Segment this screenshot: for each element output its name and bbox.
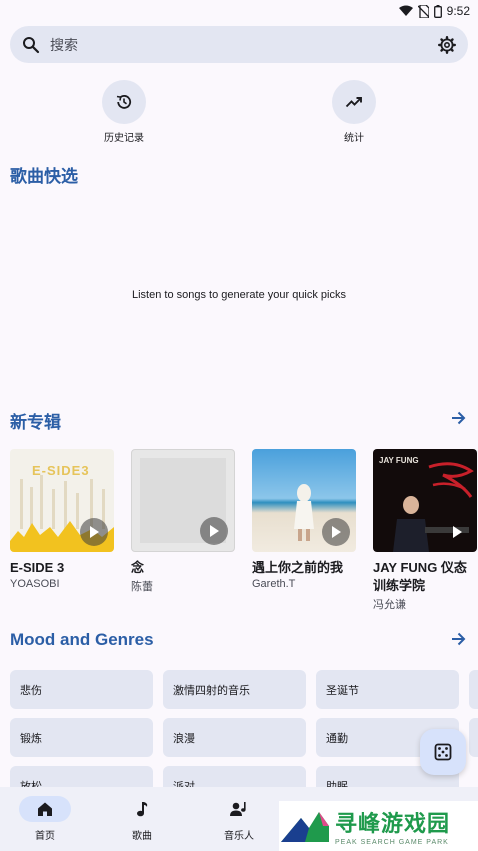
music-note-icon xyxy=(137,802,148,817)
nav-artists-label: 音乐人 xyxy=(224,831,254,842)
nav-home-label: 首页 xyxy=(35,831,55,842)
wifi-icon xyxy=(398,5,413,16)
nav-item-artists[interactable]: 音乐人 xyxy=(194,796,284,842)
history-label: 历史记录 xyxy=(104,133,144,144)
album-title: 念 xyxy=(131,560,145,575)
genre-chip[interactable]: 悲伤 xyxy=(10,670,153,709)
album-artist: YOASOBI xyxy=(10,578,60,590)
gear-icon[interactable] xyxy=(438,35,456,54)
stats-button[interactable]: 统计 xyxy=(309,80,399,144)
album-cover[interactable] xyxy=(131,449,235,552)
quick-picks-empty-message: Listen to songs to generate your quick p… xyxy=(131,289,346,301)
trending-up-icon xyxy=(345,97,362,108)
no-sim-icon xyxy=(417,4,429,18)
stats-button-circle[interactable] xyxy=(332,80,376,124)
history-button-circle[interactable] xyxy=(102,80,146,124)
status-time: 9:52 xyxy=(446,4,470,18)
album-card[interactable]: 念 陈蕾 xyxy=(131,449,235,594)
mood-genres-arrow-icon[interactable] xyxy=(450,631,466,647)
play-button[interactable] xyxy=(443,518,471,546)
status-bar: 9:52 xyxy=(0,0,478,22)
album-cover-text: JAY FUNG xyxy=(379,456,419,465)
nav-artists-indicator[interactable] xyxy=(213,796,265,822)
play-icon xyxy=(90,526,99,538)
genre-chip[interactable]: 圣诞节 xyxy=(316,670,459,709)
nav-songs-indicator[interactable] xyxy=(116,796,168,822)
album-cover-text: E-SIDE3 xyxy=(32,463,90,478)
play-button[interactable] xyxy=(200,517,228,545)
album-cover[interactable] xyxy=(252,449,356,552)
album-card[interactable]: 遇上你之前的我 Gareth.T xyxy=(252,449,356,590)
quick-picks-title: 歌曲快选 xyxy=(10,167,78,186)
nav-songs-label: 歌曲 xyxy=(132,831,152,842)
play-icon xyxy=(332,526,341,538)
album-card[interactable]: E-SIDE3 E-SIDE 3 YOASOBI xyxy=(10,449,114,590)
album-title: 遇上你之前的我 xyxy=(252,560,344,575)
mountain-logo-icon xyxy=(281,812,329,842)
search-icon xyxy=(23,36,40,53)
nav-item-songs[interactable]: 歌曲 xyxy=(97,796,187,842)
watermark-text-cn: 寻峰游戏园 xyxy=(335,811,451,836)
history-icon xyxy=(116,95,132,109)
album-title: E-SIDE 3 xyxy=(10,560,65,575)
nav-item-home[interactable]: 首页 xyxy=(0,796,90,842)
artist-icon xyxy=(230,802,246,816)
new-albums-arrow-icon[interactable] xyxy=(450,410,466,426)
genre-chip[interactable]: 浪漫 xyxy=(163,718,306,757)
search-input[interactable]: 搜索 xyxy=(50,35,438,55)
genre-chip[interactable]: 激情四射的音乐 xyxy=(163,670,306,709)
stats-label: 统计 xyxy=(344,133,364,144)
album-cover[interactable]: E-SIDE3 xyxy=(10,449,114,552)
play-button[interactable] xyxy=(322,518,350,546)
nav-home-indicator[interactable] xyxy=(19,796,71,822)
watermark: 寻峰游戏园 PEAK SEARCH GAME PARK xyxy=(279,801,478,851)
album-title: JAY FUNG 仪态训练学院 xyxy=(373,560,467,593)
dice-icon xyxy=(434,743,452,761)
genre-chip[interactable]: 锻炼 xyxy=(10,718,153,757)
mood-genres-title: Mood and Genres xyxy=(10,630,154,649)
play-button[interactable] xyxy=(80,518,108,546)
shuffle-dice-button[interactable] xyxy=(420,729,466,775)
watermark-text-en: PEAK SEARCH GAME PARK xyxy=(335,839,449,846)
genre-chip-partial[interactable] xyxy=(469,670,478,709)
album-artist: 冯允谦 xyxy=(373,599,406,611)
play-icon xyxy=(210,525,219,537)
genre-chip-partial[interactable] xyxy=(469,718,478,757)
battery-icon xyxy=(433,4,442,18)
new-albums-title: 新专辑 xyxy=(10,413,61,432)
album-artist: Gareth.T xyxy=(252,578,296,590)
album-artist: 陈蕾 xyxy=(131,581,153,593)
history-button[interactable]: 历史记录 xyxy=(79,80,169,144)
play-icon xyxy=(453,526,462,538)
home-icon xyxy=(38,802,52,816)
album-card[interactable]: JAY FUNG JAY FUNG 仪态训练学院 冯允谦 xyxy=(373,449,477,612)
search-bar[interactable]: 搜索 xyxy=(10,26,468,63)
album-cover[interactable]: JAY FUNG xyxy=(373,449,477,552)
